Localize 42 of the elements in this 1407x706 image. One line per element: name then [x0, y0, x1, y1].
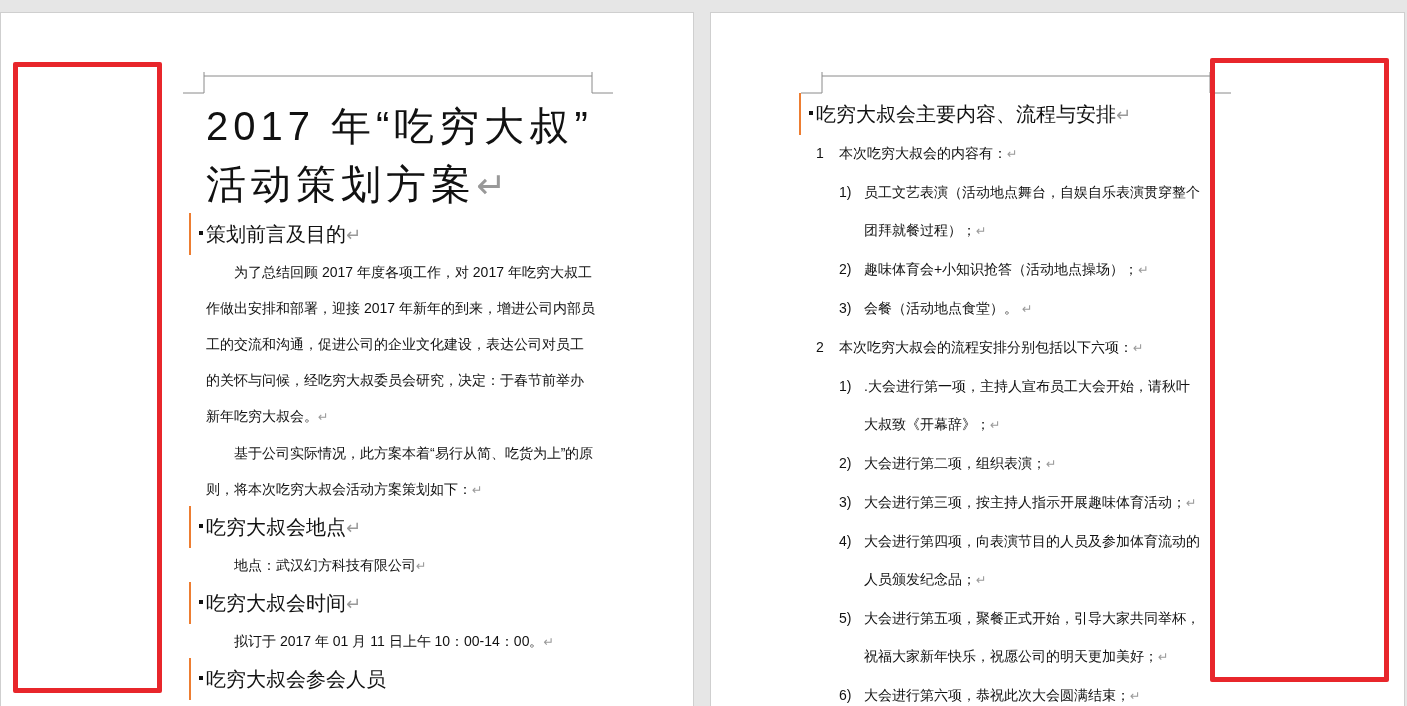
list-item-text: 大会进行第五项，聚餐正式开始，引导大家共同举杯，祝福大家新年快乐，祝愿公司的明天更加美好；↵ — [864, 609, 1200, 666]
bullet-icon — [199, 524, 203, 528]
bullet-icon — [809, 111, 813, 115]
document-title: 2017 年“吃穷大叔” 活动策划方案↵ — [206, 103, 594, 208]
section-heading: 吃穷大叔会时间↵ — [206, 591, 362, 616]
list-item-text: .大会进行第一项，主持人宣布员工大会开始，请秋叶大叔致《开幕辞》；↵ — [864, 377, 1191, 434]
list-number: 3) — [839, 299, 853, 318]
list-number: 1) — [839, 377, 853, 396]
list-number: 5) — [839, 609, 853, 628]
list-number: 1) — [839, 183, 853, 202]
heading-marker — [189, 213, 191, 255]
body-paragraph: 地点：武汉幻方科技有限公司↵ — [233, 556, 428, 575]
list-number: 4) — [839, 532, 853, 551]
list-item-text: 本次吃穷大叔会的流程安排分别包括以下六项：↵ — [839, 338, 1145, 357]
list-item-text: 大会进行第二项，组织表演；↵ — [864, 454, 1058, 473]
heading-marker — [189, 582, 191, 624]
list-item-text: 趣味体育会+小知识抢答（活动地点操场）；↵ — [864, 260, 1150, 279]
body-paragraph: 拟订于 2017 年 01 月 11 日上午 10：00-14：00。↵ — [233, 632, 555, 651]
section-heading: 吃穷大叔会参会人员 — [206, 667, 386, 692]
heading-marker — [189, 506, 191, 548]
bullet-icon — [199, 676, 203, 680]
section-heading: 策划前言及目的↵ — [206, 222, 362, 247]
list-number: 2) — [839, 260, 853, 279]
section-heading: 吃穷大叔会主要内容、流程与安排↵ — [816, 102, 1132, 127]
list-number: 3) — [839, 493, 853, 512]
list-item-text: 本次吃穷大叔会的内容有：↵ — [839, 144, 1019, 163]
bullet-icon — [199, 600, 203, 604]
heading-marker — [189, 658, 191, 700]
list-number: 1 — [816, 144, 825, 163]
body-paragraph: 为了总结回顾 2017 年度各项工作，对 2017 年吃穷大叔工作做出安排和部署，迎接 2017 年新年的到来，增进公司内部员工的交流和沟通，促进公司的企业文化建设，表达公司对员工的关怀与问候，经吃穷大叔委员会研究，决定：于春节前举办新年吃穷大叔会。↵ — [206, 263, 596, 426]
section-heading: 吃穷大叔会地点↵ — [206, 515, 362, 540]
list-item-text: 会餐（活动地点食堂）。 ↵ — [864, 299, 1034, 318]
list-item-text: 大会进行第六项，恭祝此次大会圆满结束；↵ — [864, 686, 1142, 705]
list-item-text: 员工文艺表演（活动地点舞台，自娱自乐表演贯穿整个团拜就餐过程）；↵ — [864, 183, 1200, 240]
list-number: 2 — [816, 338, 825, 357]
list-item-text: 大会进行第四项，向表演节目的人员及参加体育流动的人员颁发纪念品；↵ — [864, 532, 1200, 589]
heading-marker — [799, 93, 801, 135]
list-item-text: 大会进行第三项，按主持人指示开展趣味体育活动；↵ — [864, 493, 1198, 512]
body-paragraph: 基于公司实际情况，此方案本着“易行从简、吃货为上”的原则，将本次吃穷大叔会活动方案策划如下：↵ — [206, 444, 595, 499]
bullet-icon — [199, 231, 203, 235]
list-number: 6) — [839, 686, 853, 705]
list-number: 2) — [839, 454, 853, 473]
